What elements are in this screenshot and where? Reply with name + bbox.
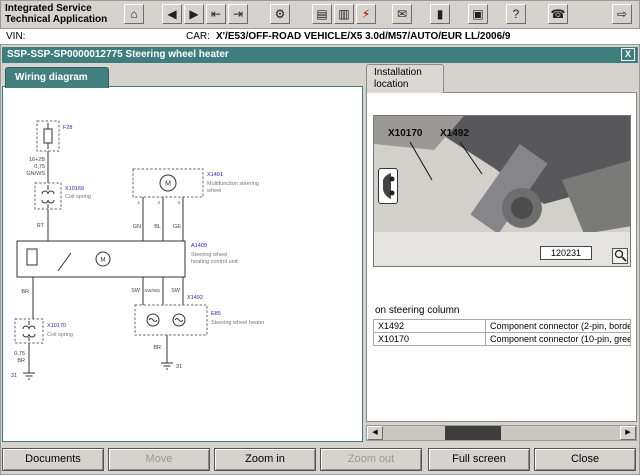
- coil-bottom-label: Coil spring: [47, 332, 73, 338]
- wire-br-right-label: BR: [153, 345, 161, 351]
- control-unit-label-line1: Steering wheel: [191, 252, 227, 258]
- connector-name: X1492: [374, 320, 486, 332]
- battery-icon[interactable]: ▮: [430, 4, 450, 24]
- car-label: CAR:: [186, 29, 210, 44]
- multifunction-symbol-letter: M: [165, 181, 171, 188]
- connector-name: X10170: [374, 333, 486, 345]
- photo-label-x1492: X1492: [440, 128, 469, 139]
- move-button: Move: [108, 448, 210, 471]
- table-row: X1492 Component connector (2-pin, bordea…: [374, 320, 631, 333]
- diagram-component-boxes: [15, 121, 207, 343]
- display-icon[interactable]: ▥: [334, 4, 354, 24]
- app-title-line2: Technical Application: [5, 14, 107, 25]
- connection-icon[interactable]: ⚡: [356, 4, 376, 24]
- documents-button[interactable]: Documents: [2, 448, 104, 471]
- wire-sw2-label: SW: [171, 288, 181, 294]
- hotline-icon[interactable]: ☎: [548, 4, 568, 24]
- multifunction-label-line2: wheel: [206, 188, 221, 194]
- magnifier-icon[interactable]: [612, 248, 628, 264]
- service-plan-icon[interactable]: ⚙: [270, 4, 290, 24]
- location-caption: on steering column: [375, 305, 460, 316]
- wire-spec-line1: 16+2B: [29, 157, 45, 163]
- page-forward-icon[interactable]: ⇥: [228, 4, 248, 24]
- pin-number-1: 1: [137, 200, 140, 205]
- app-title: Integrated Service Technical Application: [5, 3, 107, 25]
- car-value: X'/E53/OFF-ROAD VEHICLE/X5 3.0d/M57/AUTO…: [216, 29, 511, 44]
- close-button[interactable]: Close: [534, 448, 636, 471]
- fuse-ref-label: F28: [63, 125, 72, 131]
- car-position-icon: [378, 168, 398, 204]
- heater-label: Steering wheel heater: [211, 320, 265, 326]
- photo-label-x10170: X10170: [388, 128, 422, 139]
- coil-spring-symbols: [23, 185, 54, 341]
- forward-icon[interactable]: ▶: [184, 4, 204, 24]
- vin-bar: VIN: CAR: X'/E53/OFF-ROAD VEHICLE/X5 3.0…: [0, 28, 640, 45]
- scroll-left-icon[interactable]: ◀: [367, 426, 383, 440]
- installation-photo[interactable]: X10170 X1492 120231: [373, 115, 631, 267]
- printer-icon[interactable]: ▣: [468, 4, 488, 24]
- coil-top-ref-label: X10169: [65, 186, 84, 192]
- close-icon[interactable]: X: [621, 48, 635, 61]
- scrollbar-track[interactable]: [383, 426, 620, 440]
- connector-description: Component connector (2-pin, bordeaux,: [486, 320, 631, 332]
- tab-installation-location[interactable]: Installation location: [366, 64, 444, 93]
- wire-sw1-label: SW: [131, 288, 141, 294]
- ground-left-label: 31: [11, 373, 17, 379]
- page-back-icon[interactable]: ⇤: [206, 4, 226, 24]
- exit-icon[interactable]: ⇨: [612, 4, 632, 24]
- wire-spec-line2: 0,75: [34, 164, 45, 170]
- zoom-in-button[interactable]: Zoom in: [214, 448, 316, 471]
- multifunction-label-line1: Multifunction steering: [207, 181, 259, 187]
- connector-description: Component connector (10-pin, green,: [486, 333, 631, 345]
- document-title: SSP-SSP-SP0000012775 Steering wheel heat…: [7, 49, 229, 60]
- tab-wiring-diagram[interactable]: Wiring diagram: [5, 67, 109, 88]
- wire-swws-label: SW/WS: [144, 288, 160, 293]
- wire-bl-label: BL: [154, 224, 161, 230]
- horizontal-scrollbar[interactable]: ◀ ▶: [366, 425, 637, 441]
- tab-installation-location-line1: Installation: [374, 67, 443, 79]
- wire-ge-label: GE: [173, 224, 181, 230]
- control-unit-symbol-letter: M: [101, 258, 106, 264]
- heater-ref-label: E85: [211, 311, 221, 317]
- wire-bottom-line1: 0,75: [14, 351, 25, 357]
- ground-symbols: [23, 363, 173, 379]
- full-screen-button[interactable]: Full screen: [428, 448, 530, 471]
- table-row: X10170 Component connector (10-pin, gree…: [374, 333, 631, 346]
- wire-gn-label: GN: [133, 224, 141, 230]
- ground-right-label: 31: [176, 364, 182, 370]
- control-unit-ref-label: A1409: [191, 243, 207, 249]
- coil-bottom-ref-label: X10170: [47, 323, 66, 329]
- vin-label: VIN:: [6, 29, 25, 44]
- control-unit-label-line2: heating control unit: [191, 259, 238, 265]
- scroll-right-icon[interactable]: ▶: [620, 426, 636, 440]
- mail-icon[interactable]: ✉: [392, 4, 412, 24]
- app-window: Integrated Service Technical Application…: [0, 0, 640, 475]
- wire-spec-line3: GN/WS: [26, 171, 45, 177]
- document-title-bar: SSP-SSP-SP0000012775 Steering wheel heat…: [2, 47, 638, 63]
- back-icon[interactable]: ◀: [162, 4, 182, 24]
- home-icon[interactable]: ⌂: [124, 4, 144, 24]
- wire-br-left-label: BR: [21, 289, 29, 295]
- multifunction-ref-label: X1491: [207, 172, 223, 178]
- wire-rt-label: RT: [37, 223, 45, 229]
- wire-bottom-line2: BR: [17, 358, 25, 364]
- measurement-icon[interactable]: ▤: [312, 4, 332, 24]
- wiring-diagram-panel: M M: [2, 86, 363, 442]
- connector-table: X1492 Component connector (2-pin, bordea…: [373, 319, 631, 346]
- help-icon[interactable]: ?: [506, 4, 526, 24]
- pin-number-3: 3: [177, 200, 180, 205]
- app-title-line1: Integrated Service: [5, 3, 107, 14]
- fuse-symbol: [44, 123, 52, 149]
- tab-wiring-diagram-label: Wiring diagram: [15, 72, 88, 83]
- zoom-out-button: Zoom out: [320, 448, 422, 471]
- installation-location-panel: X10170 X1492 120231 on steering column X: [366, 92, 637, 422]
- connector-x1492-label: X1492: [187, 295, 203, 301]
- wiring-diagram-canvas[interactable]: M M: [3, 87, 362, 441]
- coil-top-label: Coil spring: [65, 194, 91, 200]
- tab-installation-location-line2: location: [374, 79, 443, 91]
- image-number-badge: 120231: [540, 246, 592, 260]
- heater-element-symbols: [147, 314, 185, 326]
- scrollbar-thumb[interactable]: [445, 426, 501, 440]
- pin-number-2: 2: [157, 200, 160, 205]
